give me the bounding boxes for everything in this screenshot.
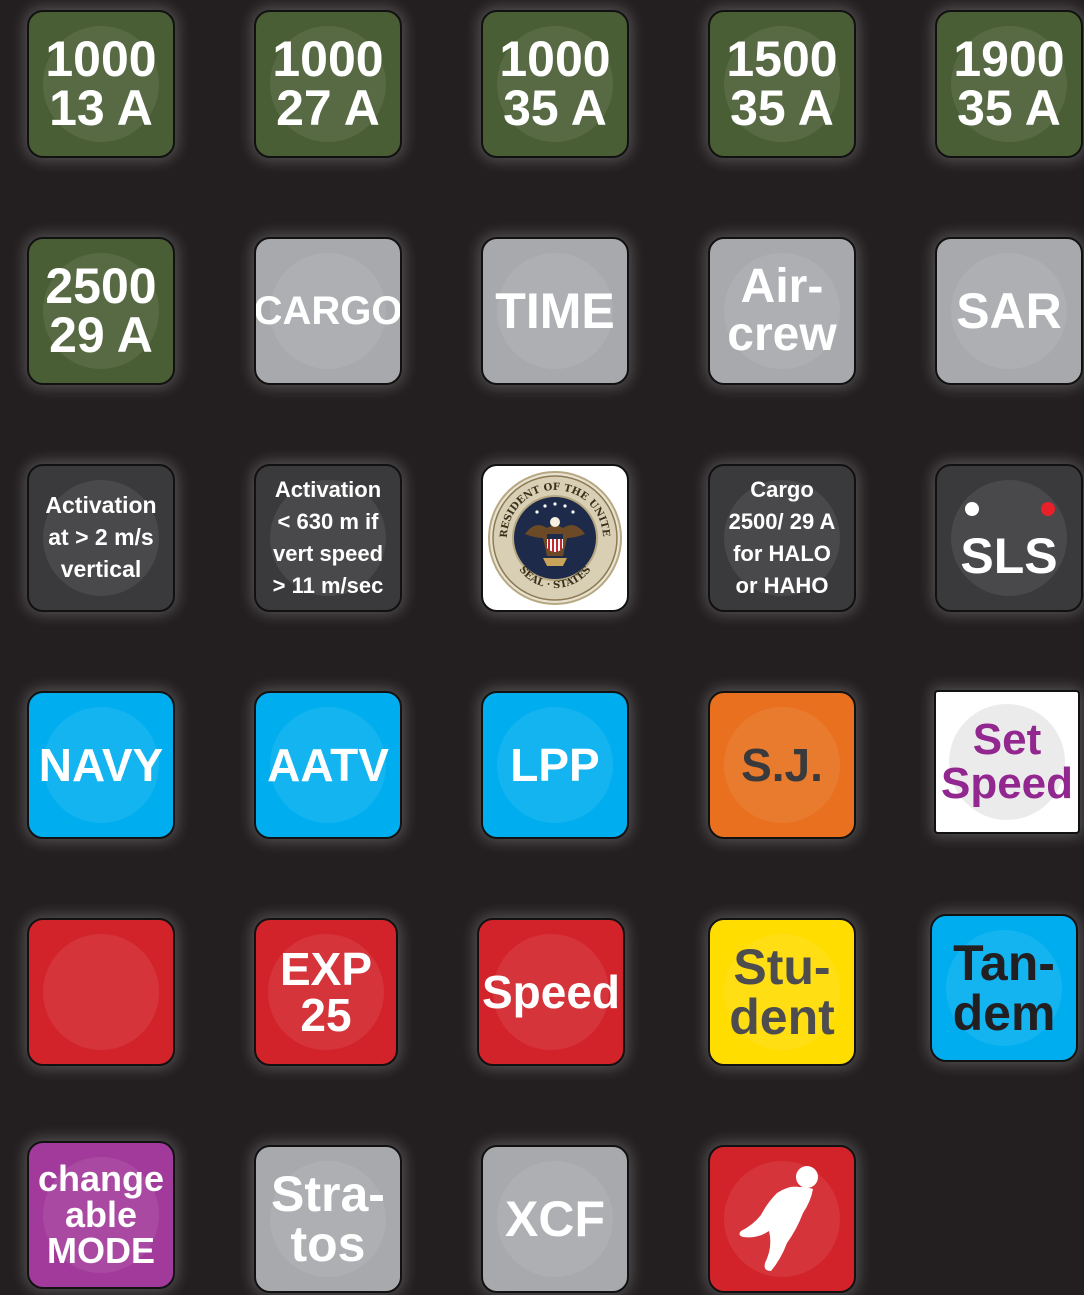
- cargo-label: CARGO: [254, 289, 402, 333]
- sar-button[interactable]: SAR: [935, 237, 1083, 385]
- presidential-seal-button[interactable]: PRESIDENT OF THE UNITED SEAL · STATES: [481, 464, 629, 612]
- presidential-seal-icon: PRESIDENT OF THE UNITED SEAL · STATES: [483, 466, 625, 608]
- stratos-label: Stra- tos: [271, 1166, 385, 1272]
- mode-1900-35a-label: 1900 35 A: [953, 31, 1065, 136]
- set-speed-label: Set Speed: [940, 715, 1074, 808]
- tandem-label: Tan- dem: [952, 935, 1056, 1041]
- sls-button[interactable]: SLS: [935, 464, 1083, 612]
- red-indicator-icon: [1041, 502, 1055, 516]
- xcf-button[interactable]: XCF: [481, 1145, 629, 1293]
- exp25-button[interactable]: EXP 25: [254, 918, 398, 1066]
- stratos-button[interactable]: Stra- tos: [254, 1145, 402, 1293]
- navy-label: NAVY: [38, 739, 164, 791]
- aatv-label: AATV: [267, 739, 389, 791]
- mode-1000-35a-label: 1000 35 A: [499, 31, 611, 136]
- wingsuit-button[interactable]: [708, 1145, 856, 1293]
- sls-indicator-dots: [937, 502, 1081, 518]
- time-button[interactable]: TIME: [481, 237, 629, 385]
- aatv-button[interactable]: AATV: [254, 691, 402, 839]
- mode-1000-27a-button[interactable]: 1000 27 A: [254, 10, 402, 158]
- sar-label: SAR: [956, 283, 1062, 339]
- mode-2500-29a-label: 2500 29 A: [45, 258, 157, 363]
- lpp-label: LPP: [510, 739, 600, 791]
- wingsuit-icon: [739, 1166, 818, 1271]
- mode-2500-29a-button[interactable]: 2500 29 A: [27, 237, 175, 385]
- navy-button[interactable]: NAVY: [27, 691, 175, 839]
- changeable-mode-label: change able MODE: [37, 1158, 165, 1271]
- sj-button[interactable]: S.J.: [708, 691, 856, 839]
- activation-altitude-button[interactable]: Activation < 630 m if vert speed > 11 m/…: [254, 464, 402, 612]
- aircrew-button[interactable]: Air- crew: [708, 237, 856, 385]
- student-button[interactable]: Stu- dent: [708, 918, 856, 1066]
- mode-button-grid: 1000 13 A 1000 27 A 1000 35 A 1500 35 A …: [0, 0, 1084, 1295]
- white-indicator-icon: [965, 502, 979, 516]
- exp25-label: EXP 25: [279, 943, 373, 1041]
- activation-altitude-label: Activation < 630 m if vert speed > 11 m/…: [272, 477, 384, 598]
- tandem-button[interactable]: Tan- dem: [930, 914, 1078, 1062]
- mode-1000-35a-button[interactable]: 1000 35 A: [481, 10, 629, 158]
- student-label: Stu- dent: [729, 939, 835, 1045]
- mode-1000-13a-button[interactable]: 1000 13 A: [27, 10, 175, 158]
- cargo-halo-haho-button[interactable]: Cargo 2500/ 29 A for HALO or HAHO: [708, 464, 856, 612]
- changeable-mode-button[interactable]: change able MODE: [27, 1141, 175, 1289]
- sls-label: SLS: [960, 528, 1058, 584]
- cargo-button[interactable]: CARGO: [254, 237, 402, 385]
- aircrew-label: Air- crew: [727, 260, 837, 361]
- activation-vertical-label: Activation at > 2 m/s vertical: [45, 492, 157, 582]
- lpp-button[interactable]: LPP: [481, 691, 629, 839]
- sj-label: S.J.: [741, 739, 823, 791]
- time-label: TIME: [495, 283, 615, 339]
- speed-label: Speed: [481, 966, 621, 1018]
- mode-1500-35a-button[interactable]: 1500 35 A: [708, 10, 856, 158]
- mode-1500-35a-label: 1500 35 A: [726, 31, 838, 136]
- red-blank-button[interactable]: [27, 918, 175, 1066]
- cargo-halo-haho-label: Cargo 2500/ 29 A for HALO or HAHO: [728, 477, 836, 598]
- xcf-label: XCF: [505, 1191, 605, 1247]
- mode-1000-13a-label: 1000 13 A: [45, 31, 157, 136]
- set-speed-button[interactable]: Set Speed: [934, 690, 1080, 834]
- activation-vertical-button[interactable]: Activation at > 2 m/s vertical: [27, 464, 175, 612]
- speed-button[interactable]: Speed: [477, 918, 625, 1066]
- mode-1900-35a-button[interactable]: 1900 35 A: [935, 10, 1083, 158]
- mode-1000-27a-label: 1000 27 A: [272, 31, 384, 136]
